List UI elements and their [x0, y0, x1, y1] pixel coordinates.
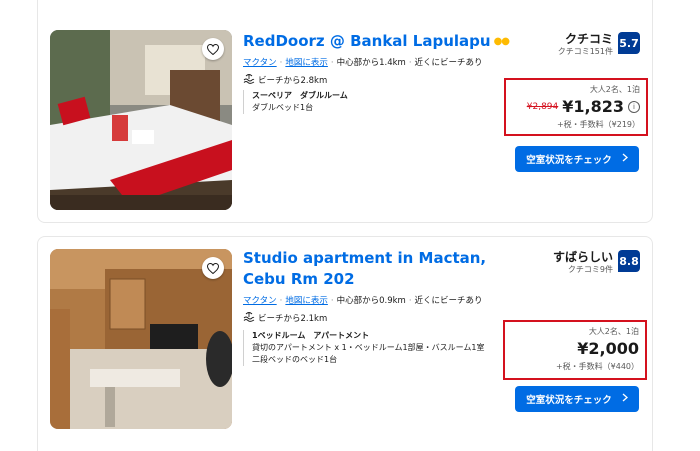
beach-icon [243, 311, 255, 325]
room-detail: 二段ベッドのベッド1台 [252, 355, 338, 364]
property-title[interactable]: RedDoorz @ Bankal Lapulapu [243, 32, 491, 50]
property-title-link[interactable]: Studio apartment in Mactan, Cebu Rm 202 [243, 248, 533, 290]
price-box: 大人2名、1泊 ¥2,894 ¥1,823 i +税・手数料（¥219） [504, 78, 648, 136]
heart-icon [206, 40, 220, 59]
chevron-right-icon [622, 393, 628, 405]
room-info: スーペリア ダブルルーム ダブルベッド1台 [243, 90, 348, 114]
current-price: ¥1,823 [562, 97, 624, 116]
review-score-block[interactable]: クチコミ クチコミ151件 5.7 [558, 32, 640, 57]
check-availability-label: 空室状況をチェック [526, 155, 612, 166]
beach-distance-line: ビーチから2.8km [243, 73, 509, 87]
stay-info: 大人2名、1泊 [589, 85, 640, 94]
distance-center: 中心部から1.4km [336, 58, 406, 68]
area-link[interactable]: マクタン [243, 58, 277, 68]
property-card: RedDoorz @ Bankal Lapulapu ●● マクタン · 地図に表示 ·… [37, 0, 653, 223]
beach-note: 近くにビーチあり [414, 58, 483, 68]
current-price: ¥2,000 [577, 339, 639, 358]
review-count: クチコミ9件 [567, 265, 613, 274]
show-on-map-link[interactable]: 地図に表示 [285, 296, 328, 306]
info-icon[interactable]: i [628, 100, 640, 113]
rating-dots-icon: ●● [493, 36, 510, 47]
check-availability-button[interactable]: 空室状況をチェック [515, 386, 639, 412]
chevron-right-icon [622, 153, 628, 165]
review-score-block[interactable]: すばらしい クチコミ9件 8.8 [553, 250, 640, 275]
price-box: 大人2名、1泊 ¥2,000 +税・手数料（¥440） [503, 320, 647, 380]
location-line: マクタン · 地図に表示 · 中心部から0.9km · 近くにビーチあり [243, 296, 483, 306]
tax-fee-info: +税・手数料（¥219） [556, 120, 640, 129]
original-price: ¥2,894 [526, 101, 559, 112]
stay-info: 大人2名、1泊 [588, 327, 639, 336]
beach-note: 近くにビーチあり [414, 296, 483, 306]
beach-distance: ビーチから2.8km [258, 76, 328, 86]
review-score-badge: 8.8 [618, 250, 640, 272]
heart-icon [206, 259, 220, 278]
room-type: 1ベッドルーム アパートメント [252, 331, 370, 340]
review-label: クチコミ [564, 32, 613, 46]
property-title[interactable]: Studio apartment in Mactan, Cebu Rm 202 [243, 249, 486, 288]
beach-distance: ビーチから2.1km [258, 314, 328, 324]
review-count: クチコミ151件 [557, 47, 613, 56]
favorite-heart-button[interactable] [202, 38, 224, 60]
distance-center: 中心部から0.9km [336, 296, 406, 306]
property-photo[interactable] [50, 30, 232, 210]
property-info: RedDoorz @ Bankal Lapulapu ●● マクタン · 地図に表示 ·… [243, 31, 510, 87]
property-title-link[interactable]: RedDoorz @ Bankal Lapulapu ●● [243, 31, 510, 52]
beach-icon [243, 73, 255, 87]
area-link[interactable]: マクタン [243, 296, 277, 306]
review-score-badge: 5.7 [618, 32, 640, 54]
property-photo[interactable] [50, 249, 232, 429]
location-line: マクタン · 地図に表示 · 中心部から1.4km · 近くにビーチあり [243, 58, 483, 68]
tax-fee-info: +税・手数料（¥440） [555, 362, 639, 371]
property-card: Studio apartment in Mactan, Cebu Rm 202 … [37, 236, 653, 451]
property-info: Studio apartment in Mactan, Cebu Rm 202 … [243, 248, 533, 325]
favorite-heart-button[interactable] [202, 257, 224, 279]
check-availability-button[interactable]: 空室状況をチェック [515, 146, 639, 172]
beach-distance-line: ビーチから2.1km [243, 311, 533, 325]
check-availability-label: 空室状況をチェック [526, 395, 612, 406]
room-detail: 貸切のアパートメント x 1・ベッドルーム1部屋・バスルーム1室 [252, 343, 485, 352]
room-type: スーペリア ダブルルーム [252, 91, 348, 100]
show-on-map-link[interactable]: 地図に表示 [285, 58, 328, 68]
review-label: すばらしい [552, 250, 613, 264]
room-detail: ダブルベッド1台 [252, 103, 314, 112]
room-info: 1ベッドルーム アパートメント 貸切のアパートメント x 1・ベッドルーム1部屋… [243, 330, 484, 366]
